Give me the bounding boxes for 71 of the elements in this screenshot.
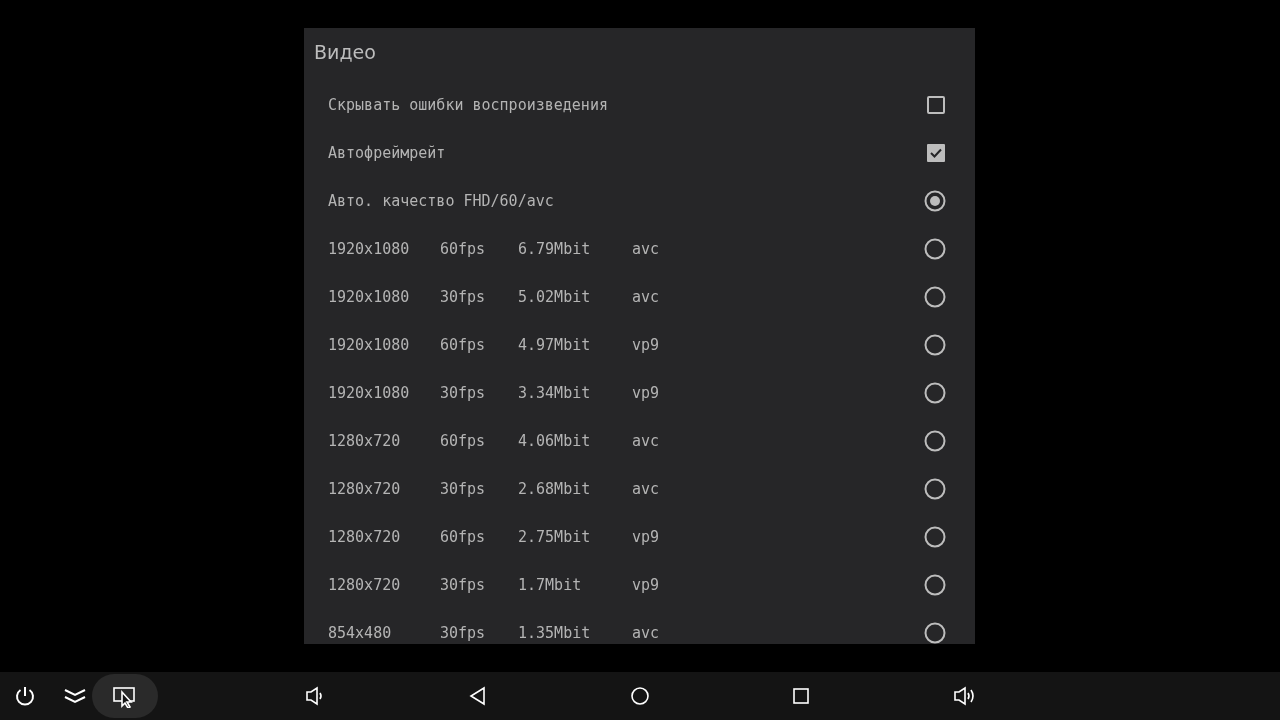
fps-text: 30fps: [440, 288, 487, 306]
checkbox[interactable]: [926, 143, 946, 163]
option-label: Скрывать ошибки воспроизведения: [328, 96, 608, 114]
resolution-text: 1920x1080: [328, 240, 411, 258]
bitrate-text: 2.75Mbit: [518, 528, 592, 546]
bitrate-text: 4.97Mbit: [518, 336, 592, 354]
codec-text: avc: [632, 288, 660, 306]
bitrate-text: 4.06Mbit: [518, 432, 592, 450]
checkbox-row[interactable]: Автофреймрейт: [304, 129, 975, 177]
radio-row[interactable]: 1920x1080 60fps 6.79Mbit avc: [304, 225, 975, 273]
screen-pointer-icon: [112, 684, 138, 708]
resolution-text: 1280x720: [328, 528, 402, 546]
fps-text: 60fps: [440, 336, 487, 354]
codec-text: vp9: [632, 384, 660, 402]
fps-text: 60fps: [440, 528, 487, 546]
power-icon[interactable]: [13, 684, 37, 708]
checkbox-row[interactable]: Скрывать ошибки воспроизведения: [304, 81, 975, 129]
codec-text: vp9: [632, 576, 660, 594]
resolution-text: 1280x720: [328, 480, 402, 498]
codec-text: vp9: [632, 336, 660, 354]
radio-button[interactable]: [924, 430, 946, 452]
volume-up-icon[interactable]: [952, 685, 976, 707]
home-icon[interactable]: [629, 685, 651, 707]
resolution-text: 1920x1080: [328, 288, 411, 306]
codec-text: avc: [632, 624, 660, 642]
fps-text: 30fps: [440, 576, 487, 594]
radio-row[interactable]: 1280x720 30fps 2.68Mbit avc: [304, 465, 975, 513]
radio-button[interactable]: [924, 478, 946, 500]
radio-row[interactable]: Авто. качество FHD/60/avc: [304, 177, 975, 225]
screenshot-button[interactable]: [92, 674, 158, 718]
bitrate-text: 1.35Mbit: [518, 624, 592, 642]
radio-row[interactable]: 1280x720 60fps 2.75Mbit vp9: [304, 513, 975, 561]
radio-button[interactable]: [924, 622, 946, 644]
fps-text: 30fps: [440, 624, 487, 642]
resolution-text: 854x480: [328, 624, 393, 642]
option-label: Автофреймрейт: [328, 144, 446, 162]
chevrons-down-icon[interactable]: [63, 687, 87, 705]
radio-button[interactable]: [924, 286, 946, 308]
resolution-text: 1280x720: [328, 576, 402, 594]
bitrate-text: 6.79Mbit: [518, 240, 592, 258]
radio-row[interactable]: 1920x1080 60fps 4.97Mbit vp9: [304, 321, 975, 369]
codec-text: vp9: [632, 528, 660, 546]
fps-text: 30fps: [440, 384, 487, 402]
resolution-text: 1920x1080: [328, 336, 411, 354]
resolution-text: 1280x720: [328, 432, 402, 450]
radio-row[interactable]: 1920x1080 30fps 3.34Mbit vp9: [304, 369, 975, 417]
radio-button[interactable]: [924, 238, 946, 260]
checkbox[interactable]: [926, 95, 946, 115]
codec-text: avc: [632, 480, 660, 498]
radio-row[interactable]: 854x480 30fps 1.35Mbit avc: [304, 609, 975, 657]
bitrate-text: 1.7Mbit: [518, 576, 583, 594]
radio-button[interactable]: [924, 334, 946, 356]
radio-row[interactable]: 1920x1080 30fps 5.02Mbit avc: [304, 273, 975, 321]
resolution-text: 1920x1080: [328, 384, 411, 402]
dialog-title: Видео: [313, 40, 377, 65]
recents-icon[interactable]: [790, 685, 812, 707]
option-label: Авто. качество FHD/60/avc: [328, 192, 554, 210]
bitrate-text: 2.68Mbit: [518, 480, 592, 498]
codec-text: avc: [632, 432, 660, 450]
radio-button[interactable]: [924, 526, 946, 548]
radio-row[interactable]: 1280x720 30fps 1.7Mbit vp9: [304, 561, 975, 609]
fps-text: 60fps: [440, 240, 487, 258]
codec-text: avc: [632, 240, 660, 258]
bitrate-text: 5.02Mbit: [518, 288, 592, 306]
radio-button[interactable]: [924, 190, 946, 212]
fps-text: 60fps: [440, 432, 487, 450]
radio-button[interactable]: [924, 574, 946, 596]
bitrate-text: 3.34Mbit: [518, 384, 592, 402]
fps-text: 30fps: [440, 480, 487, 498]
radio-row[interactable]: 1280x720 60fps 4.06Mbit avc: [304, 417, 975, 465]
radio-button[interactable]: [924, 382, 946, 404]
